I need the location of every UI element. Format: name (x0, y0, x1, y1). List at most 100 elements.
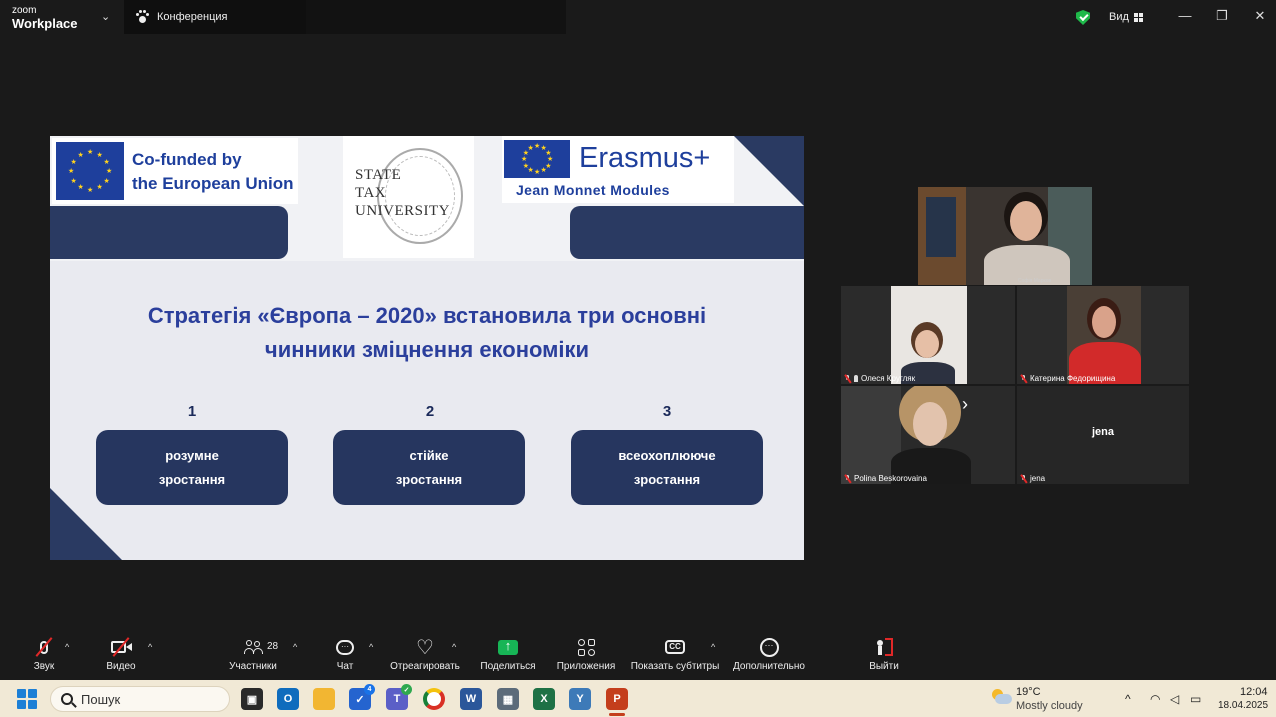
eu-star-icon: ★ (68, 168, 75, 175)
share-button[interactable]: Поделиться (463, 636, 553, 673)
captions-label: Показать субтитры (630, 661, 720, 672)
chrome-icon[interactable] (423, 688, 445, 710)
chat-button[interactable]: ··· Чат (300, 636, 390, 672)
eu-star-icon: ★ (106, 168, 113, 175)
microphone-muted-icon (31, 636, 57, 658)
chevron-down-icon[interactable]: ⌄ (101, 10, 110, 23)
eu-star-icon: ★ (70, 177, 77, 185)
video-off-icon (108, 636, 134, 658)
task-view-icon[interactable]: ▣ (241, 688, 263, 710)
share-label: Поделиться (480, 661, 536, 672)
next-page-chevron-icon[interactable]: › (962, 394, 968, 415)
shared-slide: ★ ★ ★ ★ ★ ★ ★ ★ ★ ★ ★ ★ Co-funded by the European U… (50, 136, 804, 560)
word-icon[interactable]: W (460, 688, 482, 710)
minimize-button[interactable]: — (1175, 8, 1195, 23)
teams-status-icon: ✓ (401, 684, 412, 695)
calculator-icon[interactable]: ▦ (497, 688, 519, 710)
speaker-name: Софія Марков (1018, 278, 1052, 284)
file-explorer-icon[interactable] (313, 688, 335, 710)
factor-number: 2 (425, 403, 435, 420)
eu-star-icon: ★ (534, 169, 541, 176)
zoom-workplace-logo[interactable]: zoom Workplace (12, 5, 78, 31)
excel-icon[interactable]: X (533, 688, 555, 710)
react-button[interactable]: ♡ Отреагировать (380, 636, 470, 673)
chat-label: Чат (336, 661, 354, 672)
eu-cofunded-logo: ★ ★ ★ ★ ★ ★ ★ ★ ★ ★ ★ ★ Co-funded by the European U… (52, 138, 298, 204)
eu-star-icon: ★ (96, 184, 103, 192)
chat-bubble-icon: ··· (332, 636, 358, 658)
participant-name-bar: jena (1020, 474, 1045, 483)
eu-star-icon: ★ (103, 177, 110, 185)
view-label: Вид (1109, 11, 1129, 23)
eu-line1: Co-funded by (132, 150, 242, 169)
closed-captions-icon: CC (662, 636, 688, 658)
factor-line1: розумне (165, 447, 219, 463)
meeting-tab[interactable]: Конференция (135, 10, 227, 24)
snipping-tool-icon[interactable]: Y (569, 688, 591, 710)
taskbar-search-box[interactable]: Пошук (50, 686, 230, 712)
react-options-caret-icon[interactable]: ^ (452, 642, 456, 652)
tab-strip-bg (306, 0, 566, 34)
todo-icon[interactable]: ✓ 4 (349, 684, 375, 710)
apps-icon (573, 636, 599, 658)
view-button[interactable]: Вид (1109, 11, 1143, 23)
participants-icon (240, 636, 266, 658)
eu-star-icon: ★ (521, 156, 528, 163)
eu-flag-icon: ★ ★ ★ ★ ★ ★ ★ ★ ★ ★ ★ ★ (504, 140, 570, 178)
apps-button[interactable]: Приложения (541, 636, 631, 672)
search-icon (61, 693, 73, 705)
leave-button[interactable]: Выйти (839, 636, 929, 672)
participant-face (1092, 306, 1116, 338)
paw-icon (135, 10, 149, 24)
speaker-icon[interactable]: ◁ (1170, 692, 1179, 706)
participants-button[interactable]: Участники (208, 636, 298, 672)
wifi-icon[interactable]: ◠ (1150, 692, 1160, 706)
participant-tile[interactable]: Polina Beskorovaina (841, 386, 1015, 484)
weather-cloudy-icon[interactable] (990, 689, 1012, 705)
captions-button[interactable]: CC Показать субтитры (630, 636, 720, 672)
eu-star-icon: ★ (96, 151, 103, 159)
teams-icon[interactable]: T ✓ (386, 684, 412, 710)
logo-top-text: zoom (12, 5, 37, 16)
slide-title-line2: чинники зміцнення економіки (264, 337, 590, 362)
video-button[interactable]: Видео (76, 636, 166, 672)
participant-name-bar: Олеся Кругляк (844, 374, 915, 383)
tray-overflow-chevron-icon[interactable]: ^ (1125, 692, 1131, 706)
muted-mic-icon (1020, 374, 1027, 383)
weather-temperature[interactable]: 19°C (1016, 686, 1041, 698)
captions-options-caret-icon[interactable]: ^ (711, 642, 715, 652)
eu-star-icon: ★ (87, 149, 94, 156)
eu-line2: the European Union (132, 174, 294, 193)
background-object (926, 197, 956, 257)
windows-start-icon[interactable] (17, 689, 37, 709)
participant-name-bar: Катерина Федорищина (1020, 374, 1115, 383)
leave-door-icon (871, 636, 897, 658)
factor-card: всеохоплююче зростання (571, 430, 763, 505)
eu-star-icon: ★ (70, 158, 77, 166)
participant-tile[interactable]: Олеся Кругляк (841, 286, 1015, 384)
close-button[interactable]: ✕ (1250, 8, 1270, 24)
participant-tile[interactable]: Катерина Федорищина (1017, 286, 1189, 384)
participants-options-caret-icon[interactable]: ^ (293, 642, 297, 652)
battery-icon[interactable]: ▭ (1190, 692, 1201, 706)
video-options-caret-icon[interactable]: ^ (148, 642, 152, 652)
clock-time[interactable]: 12:04 (1240, 686, 1268, 698)
audio-label: Звук (33, 661, 55, 672)
erasmus-logo: ★ ★ ★ ★ ★ ★ ★ ★ ★ ★ ★ ★ Erasmus+ Jean Monnet Module… (502, 136, 734, 203)
chat-options-caret-icon[interactable]: ^ (369, 642, 373, 652)
slide-band-right (570, 206, 804, 259)
powerpoint-icon[interactable]: P (606, 688, 628, 710)
restore-button[interactable]: ❐ (1212, 8, 1232, 24)
active-speaker-tile[interactable]: Софія Марков (918, 187, 1092, 285)
logo-bottom-text: Workplace (12, 16, 78, 31)
participants-label: Участники (229, 661, 277, 672)
share-screen-icon (498, 638, 518, 655)
clock-date[interactable]: 18.04.2025 (1218, 700, 1268, 711)
factor-line1: стійке (409, 447, 449, 463)
weather-description[interactable]: Mostly cloudy (1016, 700, 1083, 712)
more-button[interactable]: ··· Дополнительно (724, 636, 814, 672)
speaker-face (1010, 201, 1042, 241)
factor-line2: зростання (158, 471, 226, 487)
audio-options-caret-icon[interactable]: ^ (65, 642, 69, 652)
outlook-icon[interactable]: O (277, 688, 299, 710)
